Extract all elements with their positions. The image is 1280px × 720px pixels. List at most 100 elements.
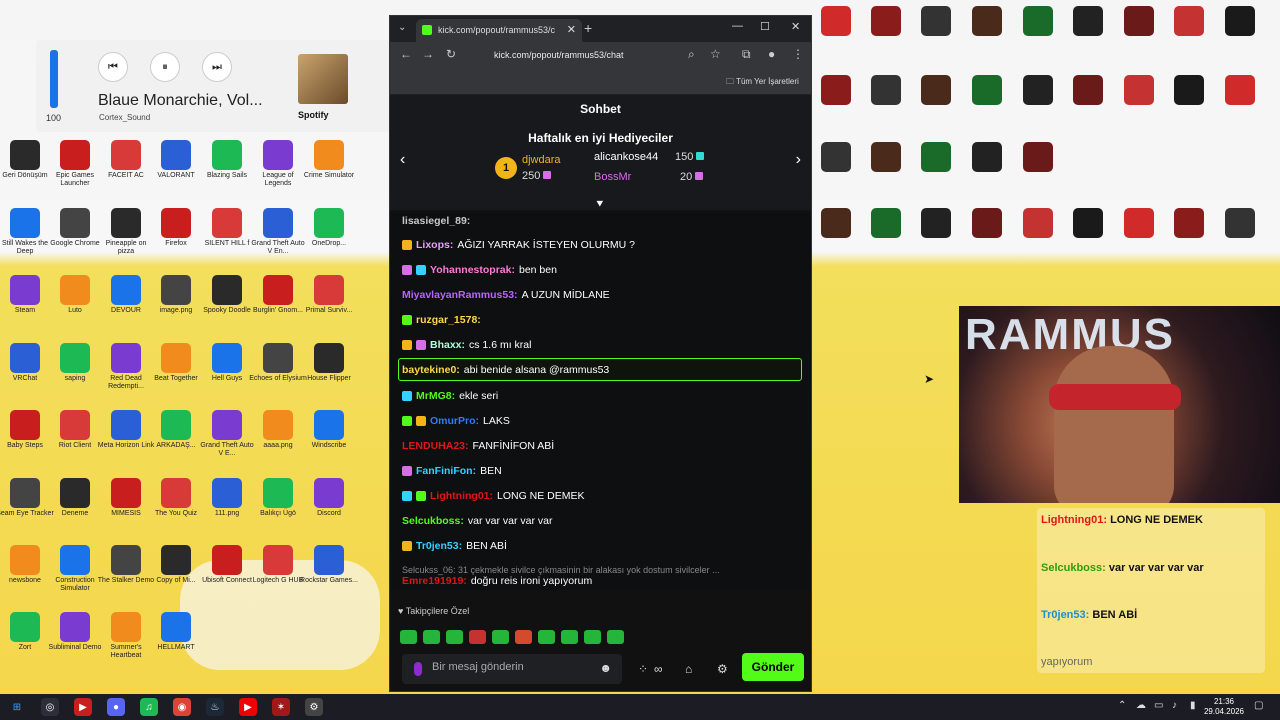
zoom-icon[interactable]: ⌕: [688, 47, 695, 62]
bookmarks-folder[interactable]: 🗀 Tüm Yer İşaretleri: [726, 76, 799, 90]
desktop-icon[interactable]: [907, 75, 965, 107]
desktop-icon[interactable]: Windscribe: [300, 410, 358, 450]
next-track-button[interactable]: ⏭: [202, 52, 232, 82]
desktop-icon[interactable]: Discord: [300, 478, 358, 518]
steam-taskbar-icon[interactable]: ♨: [206, 698, 224, 716]
chat-username[interactable]: Lixops:: [416, 239, 453, 251]
desktop-icon[interactable]: Construction Simulator: [46, 545, 104, 593]
message-input[interactable]: [432, 661, 592, 673]
profile-avatar-icon[interactable]: ●: [768, 47, 775, 61]
desktop-icon[interactable]: [907, 6, 965, 38]
mic-icon[interactable]: [414, 662, 422, 676]
desktop-icon[interactable]: [907, 142, 965, 174]
bookmark-star-icon[interactable]: ☆: [710, 47, 721, 61]
gift-shop-icon[interactable]: ⌂: [685, 662, 692, 676]
desktop-icon[interactable]: Rockstar Games...: [300, 545, 358, 585]
media-app-icon[interactable]: ▶: [74, 698, 92, 716]
emote-icon[interactable]: [515, 630, 532, 644]
desktop-icon[interactable]: saping: [46, 343, 104, 383]
browser-tab[interactable]: kick.com/popout/rammus53/c ✕: [416, 19, 582, 42]
desktop-icon[interactable]: [1160, 75, 1218, 107]
volume-icon[interactable]: ♪: [1172, 700, 1177, 711]
chat-username[interactable]: Selcukboss:: [402, 515, 464, 527]
discord-taskbar-icon[interactable]: ●: [107, 698, 125, 716]
desktop-icon[interactable]: Epic Games Launcher: [46, 140, 104, 188]
desktop-icon[interactable]: [907, 208, 965, 240]
desktop-icon[interactable]: Google Chrome: [46, 208, 104, 248]
emote-icon[interactable]: [400, 630, 417, 644]
tray-chevron-icon[interactable]: ⌃: [1118, 700, 1126, 711]
desktop-icon[interactable]: [1211, 208, 1269, 240]
youtube-taskbar-icon[interactable]: ▶: [239, 698, 257, 716]
chat-username[interactable]: ruzgar_1578:: [416, 314, 481, 326]
monitor-icon[interactable]: ▭: [1154, 700, 1163, 711]
infinity-icon[interactable]: ∞: [654, 662, 663, 676]
network-icon[interactable]: ☁: [1136, 700, 1146, 711]
desktop-icon[interactable]: Echoes of Elysium: [249, 343, 307, 383]
desktop-icon[interactable]: OneDrop...: [300, 208, 358, 248]
desktop-icon[interactable]: [958, 75, 1016, 107]
menu-icon[interactable]: ⋮: [792, 47, 804, 61]
desktop-icon[interactable]: [958, 142, 1016, 174]
desktop-icon[interactable]: Burglin' Gnom...: [249, 275, 307, 315]
forward-icon[interactable]: →: [422, 47, 434, 61]
chat-username[interactable]: MrMG8:: [416, 390, 455, 402]
close-window-button[interactable]: ✕: [791, 20, 800, 33]
desktop-icon[interactable]: [1059, 208, 1117, 240]
desktop-icon[interactable]: Luto: [46, 275, 104, 315]
maximize-button[interactable]: ☐: [760, 20, 770, 33]
desktop-icon[interactable]: Grand Theft Auto V En...: [249, 208, 307, 256]
back-icon[interactable]: ←: [400, 47, 412, 61]
chrome-taskbar-icon[interactable]: ◉: [173, 698, 191, 716]
faceit-taskbar-icon[interactable]: ✶: [272, 698, 290, 716]
spotify-taskbar-icon[interactable]: ♫: [140, 698, 158, 716]
pause-button[interactable]: ⏸: [150, 52, 180, 82]
volume-bar[interactable]: [50, 50, 58, 108]
emote-icon[interactable]: [607, 630, 624, 644]
desktop-icon[interactable]: Riot Client: [46, 410, 104, 450]
desktop-icon[interactable]: Balıkçı Ügö: [249, 478, 307, 518]
reload-icon[interactable]: ↻: [446, 47, 456, 61]
kick-emote-icon[interactable]: ⁘: [638, 662, 648, 676]
emote-icon[interactable]: [492, 630, 509, 644]
explorer-icon[interactable]: ◎: [41, 698, 59, 716]
previous-track-button[interactable]: ⏮: [98, 52, 128, 82]
desktop-icon[interactable]: [1211, 6, 1269, 38]
close-tab-icon[interactable]: ✕: [567, 23, 576, 36]
url-field[interactable]: kick.com/popout/rammus53/chat: [470, 47, 720, 65]
desktop-icon[interactable]: VALORANT: [147, 140, 205, 180]
notifications-icon[interactable]: ▢: [1254, 700, 1263, 711]
desktop-icon[interactable]: Ubisoft Connect: [198, 545, 256, 585]
desktop-icon[interactable]: House Flipper: [300, 343, 358, 383]
desktop-icon[interactable]: Subliminal Demo: [46, 612, 104, 652]
desktop-icon[interactable]: [1160, 208, 1218, 240]
chat-username[interactable]: Bhaxx:: [430, 339, 465, 351]
desktop-icon[interactable]: Logitech G HUB: [249, 545, 307, 585]
chat-username[interactable]: baytekine0:: [402, 364, 460, 376]
clock[interactable]: 21:36 29.04.2026: [1204, 697, 1244, 717]
desktop-icon[interactable]: [958, 208, 1016, 240]
desktop-icon[interactable]: Crime Simulator: [300, 140, 358, 180]
desktop-icon[interactable]: ARKADAŞ...: [147, 410, 205, 450]
battery-icon[interactable]: ▮: [1190, 700, 1196, 711]
emote-icon[interactable]: [469, 630, 486, 644]
desktop-icon[interactable]: Primal Surviv...: [300, 275, 358, 315]
desktop-icon[interactable]: Spooky Doodle: [198, 275, 256, 315]
emote-icon[interactable]: [584, 630, 601, 644]
tab-list-icon[interactable]: ⌄: [398, 22, 406, 33]
collapse-pinned-icon[interactable]: ⯆: [595, 197, 605, 212]
desktop-icon[interactable]: [958, 6, 1016, 38]
desktop-icon[interactable]: image.png: [147, 275, 205, 315]
desktop-icon[interactable]: [1009, 142, 1067, 174]
gifters-next-icon[interactable]: ›: [796, 151, 801, 169]
minimize-button[interactable]: —: [732, 20, 743, 32]
chat-username[interactable]: Yohannestoprak:: [430, 264, 515, 276]
desktop-icon[interactable]: League of Legends: [249, 140, 307, 188]
desktop-icon[interactable]: Copy of Mi...: [147, 545, 205, 585]
settings-gear-icon[interactable]: ⚙: [717, 662, 728, 676]
desktop-icon[interactable]: aaaa.png: [249, 410, 307, 450]
desktop-icon[interactable]: Deneme: [46, 478, 104, 518]
chat-username[interactable]: FanFiniFon:: [416, 465, 476, 477]
desktop-icon[interactable]: [1160, 6, 1218, 38]
chat-username[interactable]: Tr0jen53:: [416, 540, 462, 552]
